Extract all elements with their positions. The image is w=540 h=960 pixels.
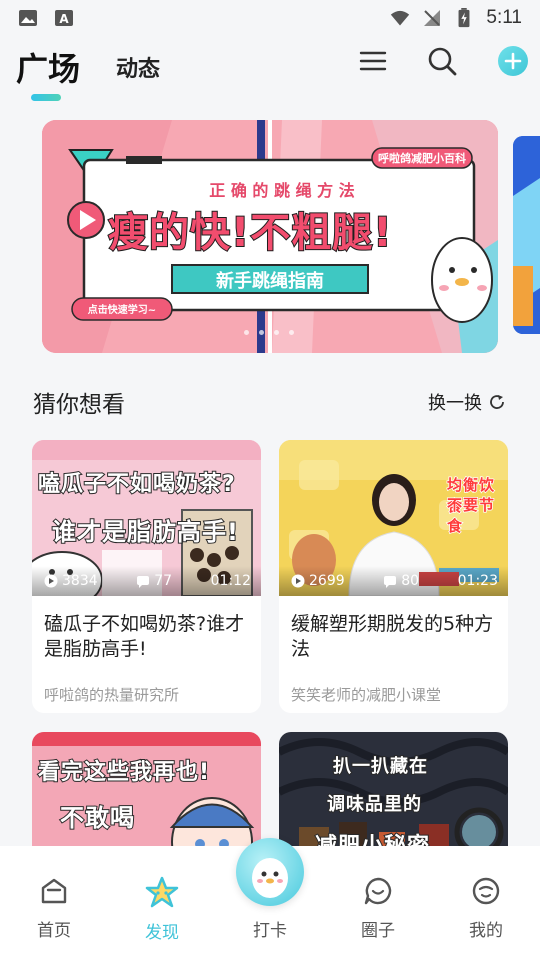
pagination-dot	[274, 330, 279, 335]
comment-count-value: 80	[401, 573, 420, 589]
video-stats: 2699 80 01:23	[279, 566, 508, 596]
refresh-icon	[490, 395, 504, 409]
comment-count: 77	[136, 573, 172, 589]
play-count: 2699	[291, 573, 345, 589]
video-author[interactable]: 笑笑老师的减肥小课堂	[279, 672, 508, 713]
thumbnail-caption-2: 不敢喝	[59, 803, 135, 833]
pagination-dot	[259, 330, 264, 335]
banner-carousel[interactable]: 呼啦鸽减肥小百科 正 确 的 跳 绳 方 法 瘦的快!不粗腿! 新手跳绳指南 点…	[42, 120, 498, 353]
thumbnail-caption-1: 扒一扒藏在	[332, 755, 428, 778]
play-icon	[44, 574, 58, 588]
video-author[interactable]: 呼啦鸽的热量研究所	[32, 672, 261, 713]
tab-square[interactable]: 广场	[16, 44, 80, 90]
battery-charging-icon	[458, 8, 470, 28]
banner-pagination	[244, 330, 294, 335]
video-stats: 3834 77 01:12	[32, 566, 261, 596]
nav-checkin[interactable]: 打卡	[240, 916, 300, 941]
banner-next-peek[interactable]	[513, 136, 540, 334]
video-thumbnail: 均衡饮食 不要节食 2699 80 01:23	[279, 440, 508, 596]
video-card[interactable]: 均衡饮食 不要节食 2699 80 01:23 缓解塑形期脱发的5种方法 笑笑老…	[279, 440, 508, 713]
banner-next-artwork	[513, 136, 540, 334]
comment-icon	[384, 576, 397, 588]
thumbnail-caption-1: 看完这些我再也!	[37, 759, 211, 786]
status-time: 5:11	[486, 7, 522, 28]
wifi-icon	[391, 10, 410, 26]
search-icon[interactable]	[427, 46, 457, 76]
nav-label: 圈子	[361, 921, 395, 941]
no-signal-icon	[424, 10, 441, 26]
play-count: 3834	[44, 573, 98, 589]
comment-count-value: 77	[154, 573, 173, 589]
play-icon	[291, 574, 305, 588]
refresh-button[interactable]: 换一换	[428, 389, 506, 415]
thumbnail-caption-1: 嗑瓜子不如喝奶茶?	[37, 471, 236, 498]
nav-circle[interactable]: 圈子	[348, 876, 408, 941]
thumbnail-caption-2: 谁才是脂肪高手!	[51, 517, 239, 547]
top-header: 广场 动态	[0, 36, 540, 106]
video-title: 缓解塑形期脱发的5种方法	[291, 613, 494, 660]
tab-feed[interactable]: 动态	[116, 51, 160, 83]
pagination-dot	[289, 330, 294, 335]
home-icon	[41, 878, 67, 904]
menu-icon[interactable]	[358, 46, 388, 76]
status-bar: A 5:11	[0, 0, 540, 36]
active-tab-indicator	[31, 94, 61, 101]
refresh-label: 换一换	[428, 393, 482, 414]
pagination-dot	[244, 330, 249, 335]
star-icon	[145, 876, 179, 908]
play-count-value: 3834	[62, 573, 98, 589]
section-title: 猜你想看	[33, 392, 125, 418]
thumbnail-caption-2: 调味品里的	[326, 793, 422, 816]
nav-label: 我的	[469, 921, 503, 941]
checkin-mascot-icon	[252, 858, 288, 898]
plus-icon	[504, 52, 522, 70]
nav-home[interactable]: 首页	[24, 876, 84, 941]
profile-icon	[472, 877, 500, 905]
video-duration: 01:23	[457, 573, 498, 589]
gallery-icon	[19, 10, 37, 26]
svg-text:A: A	[59, 12, 69, 26]
play-count-value: 2699	[309, 573, 345, 589]
banner-badge: 呼啦鸽减肥小百科	[378, 152, 466, 165]
chat-bubble-icon	[364, 877, 392, 905]
comment-count: 80	[383, 573, 419, 589]
add-post-button[interactable]	[498, 46, 528, 76]
video-duration: 01:12	[210, 573, 251, 589]
nav-discover[interactable]: 发现	[132, 876, 192, 943]
thumbnail-caption-2: 不要节食	[446, 495, 496, 536]
video-thumbnail: 嗑瓜子不如喝奶茶? 谁才是脂肪高手! 3834 77 01:12	[32, 440, 261, 596]
nav-label: 首页	[37, 921, 71, 941]
nav-label: 发现	[145, 923, 179, 943]
banner-subtitle: 正 确 的 跳 绳 方 法	[209, 181, 355, 200]
banner-ribbon: 新手跳绳指南	[216, 271, 324, 292]
nav-label: 打卡	[253, 921, 287, 941]
checkin-mascot-button[interactable]	[236, 838, 304, 906]
video-title: 磕瓜子不如喝奶茶?谁才是脂肪高手!	[44, 613, 245, 660]
video-card[interactable]: 嗑瓜子不如喝奶茶? 谁才是脂肪高手! 3834 77 01:12 磕瓜子不如喝奶…	[32, 440, 261, 713]
comment-icon	[137, 576, 150, 588]
nav-profile[interactable]: 我的	[456, 876, 516, 941]
banner-cta: 点击快速学习~	[87, 305, 157, 316]
banner-headline: 瘦的快!不粗腿!	[107, 209, 393, 257]
text-notification-icon: A	[55, 10, 73, 26]
